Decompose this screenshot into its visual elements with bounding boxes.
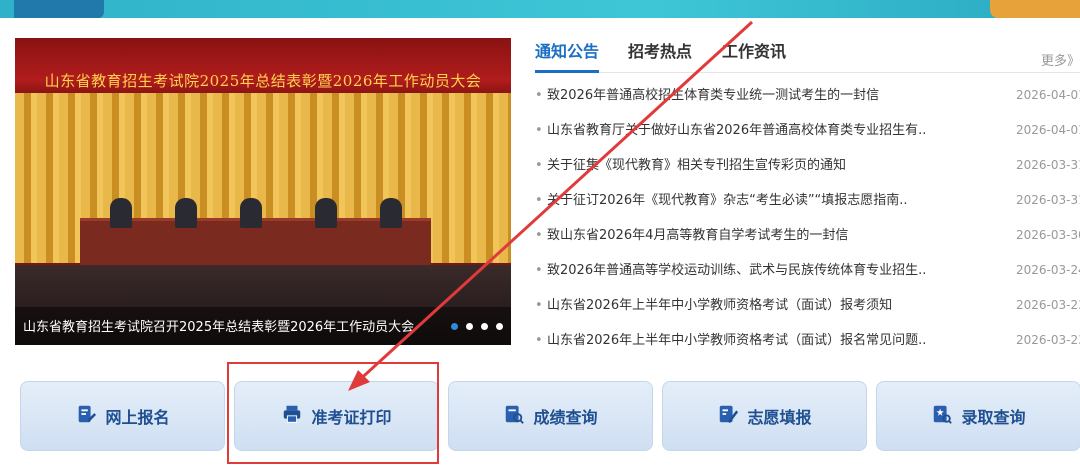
list-item[interactable]: • 致2026年普通高等学校运动训练、武术与民族传统体育专业招生.. 2026-03… <box>535 253 1080 288</box>
news-date: 2026-04-01 <box>1016 88 1080 102</box>
news-title[interactable]: 致山东省2026年4月高等教育自学考试考生的一封信 <box>547 218 1007 253</box>
admission-search-icon <box>931 403 953 429</box>
news-date: 2026-03-30 <box>1016 228 1080 242</box>
list-item[interactable]: • 山东省2026年上半年中小学教师资格考试（面试）报考须知 2026-03-23 <box>535 288 1080 323</box>
list-item[interactable]: • 致山东省2026年4月高等教育自学考试考生的一封信 2026-03-30 <box>535 218 1080 253</box>
list-item[interactable]: • 关于征订2026年《现代教育》杂志“考生必读”“填报志愿指南.. 2026-03… <box>535 183 1080 218</box>
slider-dots <box>451 323 503 330</box>
news-title[interactable]: 山东省2026年上半年中小学教师资格考试（面试）报考须知 <box>547 288 1007 323</box>
quick-links: 网上报名 准考证打印 成绩查询 志愿填报 录取查询 <box>20 381 1080 451</box>
score-query-button[interactable]: 成绩查询 <box>448 381 653 451</box>
slide-caption[interactable]: 山东省教育招生考试院召开2025年总结表彰暨2026年工作动员大会 <box>23 316 414 335</box>
news-title[interactable]: 关于征集《现代教育》相关专刊招生宣传彩页的通知 <box>547 148 1007 183</box>
news-title[interactable]: 关于征订2026年《现代教育》杂志“考生必读”“填报志愿指南.. <box>547 183 1007 218</box>
tab-notices[interactable]: 通知公告 <box>535 38 600 73</box>
top-banner <box>0 0 1080 18</box>
slider-dot[interactable] <box>496 323 503 330</box>
news-tabs: 通知公告 招考热点 工作资讯 更多》 <box>535 38 1080 73</box>
list-item[interactable]: • 致2026年普通高校招生体育类专业统一测试考生的一封信 2026-04-01 <box>535 78 1080 113</box>
banner-decoration-left <box>14 0 104 18</box>
banner-decoration-right <box>990 0 1080 18</box>
online-registration-button[interactable]: 网上报名 <box>20 381 225 451</box>
tab-work-news[interactable]: 工作资讯 <box>722 38 786 70</box>
slider-dot[interactable] <box>451 323 458 330</box>
news-date: 2026-03-23 <box>1016 333 1080 347</box>
news-date: 2026-03-24 <box>1016 263 1080 277</box>
pen-form-icon <box>717 403 739 429</box>
list-item[interactable]: • 山东省教育厅关于做好山东省2026年普通高校体育类专业招生有.. 2026-04… <box>535 113 1080 148</box>
slider-dot[interactable] <box>466 323 473 330</box>
news-list: • 致2026年普通高校招生体育类专业统一测试考生的一封信 2026-04-01 •… <box>535 78 1080 358</box>
news-title[interactable]: 致2026年普通高校招生体育类专业统一测试考生的一封信 <box>547 78 1007 113</box>
news-title[interactable]: 山东省教育厅关于做好山东省2026年普通高校体育类专业招生有.. <box>547 113 1007 148</box>
news-image-slider[interactable]: 山东省教育招生考试院2025年总结表彰暨2026年工作动员大会 山东省教育招生考… <box>15 38 511 345</box>
news-date: 2026-03-31 <box>1016 158 1080 172</box>
annotation-highlight-box <box>227 362 439 464</box>
slider-dot[interactable] <box>481 323 488 330</box>
search-document-icon <box>503 403 525 429</box>
list-item[interactable]: • 关于征集《现代教育》相关专刊招生宣传彩页的通知 2026-03-31 <box>535 148 1080 183</box>
news-title[interactable]: 山东省2026年上半年中小学教师资格考试（面试）报名常见问题.. <box>547 323 1007 358</box>
edit-document-icon <box>75 403 97 429</box>
slide-banner-text: 山东省教育招生考试院2025年总结表彰暨2026年工作动员大会 <box>44 72 482 90</box>
list-item[interactable]: • 山东省2026年上半年中小学教师资格考试（面试）报名常见问题.. 2026-03… <box>535 323 1080 358</box>
slide-photo: 山东省教育招生考试院2025年总结表彰暨2026年工作动员大会 <box>15 38 511 345</box>
admission-query-button[interactable]: 录取查询 <box>876 381 1080 451</box>
application-filling-button[interactable]: 志愿填报 <box>662 381 867 451</box>
news-title[interactable]: 致2026年普通高等学校运动训练、武术与民族传统体育专业招生.. <box>547 253 1007 288</box>
news-date: 2026-03-31 <box>1016 193 1080 207</box>
news-date: 2026-04-01 <box>1016 123 1080 137</box>
news-date: 2026-03-23 <box>1016 298 1080 312</box>
tab-hot-topics[interactable]: 招考热点 <box>628 38 692 70</box>
more-link[interactable]: 更多》 <box>1041 50 1080 69</box>
